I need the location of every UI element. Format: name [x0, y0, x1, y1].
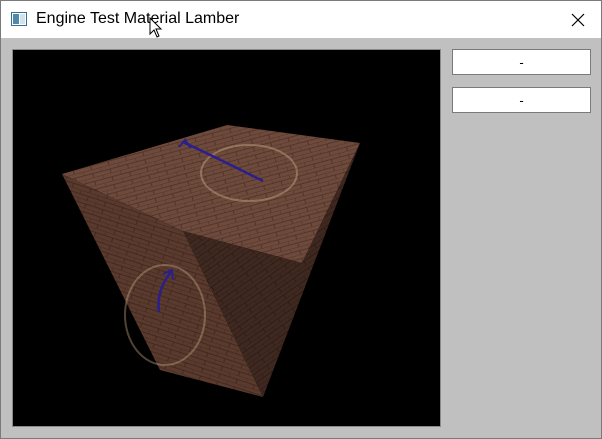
window-title: Engine Test Material Lamber — [36, 10, 240, 27]
title-bar[interactable]: Engine Test Material Lamber — [1, 1, 601, 38]
app-window-icon — [11, 12, 27, 26]
close-button[interactable] — [555, 1, 601, 38]
rendered-cube — [62, 125, 360, 397]
close-icon — [571, 13, 585, 26]
render-viewport[interactable] — [12, 49, 441, 427]
side-button-1[interactable]: - — [452, 49, 591, 75]
mouse-cursor-icon — [149, 17, 163, 38]
app-window: Engine Test Material Lamber - - — [0, 0, 602, 439]
side-button-2[interactable]: - — [452, 87, 591, 113]
client-area: - - — [1, 38, 601, 438]
